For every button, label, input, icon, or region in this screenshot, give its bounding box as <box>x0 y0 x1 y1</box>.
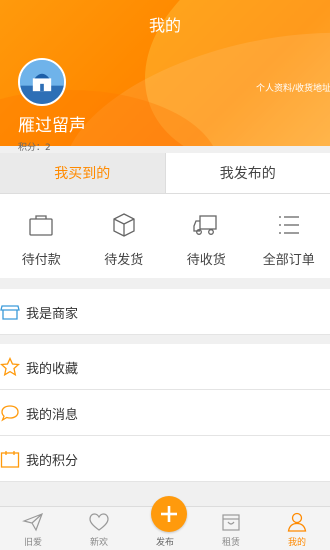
order-shortcuts: 待付款 待发货 待收货 全部订单 <box>0 194 330 278</box>
menu-messages[interactable]: 我的消息 <box>0 390 330 436</box>
menu-favorites[interactable]: 我的收藏 <box>0 344 330 390</box>
profile-address-link[interactable]: 个人资料/收货地址 <box>256 81 330 94</box>
nav-old-love[interactable]: 旧爱 <box>0 507 66 550</box>
order-pending-shipment[interactable]: 待发货 <box>83 194 166 278</box>
menu-label: 我的消息 <box>26 408 79 423</box>
calendar-icon <box>0 451 20 468</box>
store-icon <box>0 305 20 320</box>
avatar[interactable] <box>18 58 66 106</box>
star-icon <box>0 357 20 377</box>
menu-list: 我是商家 我的收藏 我的消息 我的积分 <box>0 289 330 482</box>
nav-label: 租赁 <box>221 538 240 548</box>
tab-bought[interactable]: 我买到的 <box>0 153 166 193</box>
nav-label: 发布 <box>155 538 174 548</box>
page-title: 我的 <box>148 16 181 35</box>
plane-icon <box>22 512 44 532</box>
bag-icon <box>222 514 240 531</box>
truck-icon <box>193 215 217 235</box>
plus-icon <box>161 506 177 522</box>
order-pending-payment[interactable]: 待付款 <box>0 194 83 278</box>
nav-label: 旧爱 <box>23 538 42 548</box>
box-icon <box>113 213 135 237</box>
order-label: 待收货 <box>186 253 226 268</box>
order-label: 全部订单 <box>262 253 315 268</box>
profile-page: 我的 雁过留声 个人资料/收货地址 积分：2 我买到的 我发布的 待付款 待发货 <box>0 0 330 550</box>
heart-icon <box>89 513 109 531</box>
list-icon <box>278 216 299 234</box>
nav-mine[interactable]: 我的 <box>264 507 330 550</box>
nav-label: 新欢 <box>89 538 108 548</box>
menu-label: 我的收藏 <box>26 362 79 377</box>
menu-points[interactable]: 我的积分 <box>0 436 330 482</box>
points-label: 积分：2 <box>18 143 51 153</box>
wallet-icon <box>29 215 53 236</box>
nav-label: 我的 <box>287 538 306 548</box>
menu-label: 我是商家 <box>26 307 79 322</box>
nav-rent[interactable]: 租赁 <box>198 507 264 550</box>
menu-merchant[interactable]: 我是商家 <box>0 289 330 335</box>
order-all[interactable]: 全部订单 <box>248 194 330 278</box>
username: 雁过留声 <box>18 116 86 136</box>
user-icon <box>287 512 307 532</box>
chat-icon <box>1 405 19 422</box>
order-tabs: 我买到的 我发布的 <box>0 153 330 193</box>
order-pending-receipt[interactable]: 待收货 <box>165 194 248 278</box>
nav-new-love[interactable]: 新欢 <box>66 507 132 550</box>
publish-button[interactable] <box>151 496 187 532</box>
profile-header: 我的 雁过留声 个人资料/收货地址 <box>0 0 330 146</box>
order-label: 待发货 <box>104 253 144 268</box>
menu-label: 我的积分 <box>26 454 79 469</box>
order-label: 待付款 <box>21 253 61 268</box>
tab-published[interactable]: 我发布的 <box>166 153 330 193</box>
